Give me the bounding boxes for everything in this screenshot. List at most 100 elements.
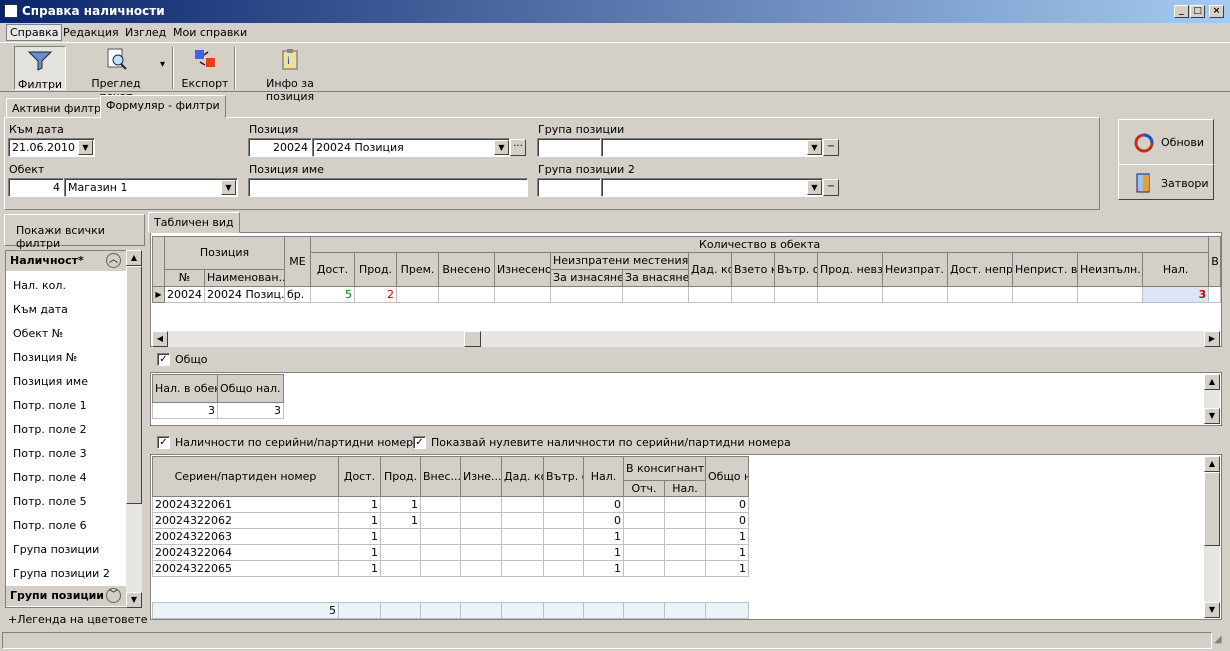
col-me[interactable]: МЕ: [284, 236, 312, 287]
cell-name[interactable]: 20024 Позиц...: [203, 286, 286, 303]
minimize-button[interactable]: _: [1174, 5, 1189, 18]
left-item[interactable]: Позиция №: [13, 351, 77, 364]
cell-s-dost[interactable]: 1: [338, 512, 381, 529]
col-s-dost[interactable]: Дост.: [338, 456, 381, 497]
col-total[interactable]: Общо нал. кол.: [217, 374, 284, 403]
col-cut[interactable]: В: [1208, 236, 1222, 287]
date-dropdown-icon[interactable]: ▼: [78, 140, 93, 155]
menu-izgled[interactable]: Изглед: [122, 25, 169, 40]
cell-me[interactable]: бр.: [284, 286, 312, 303]
scroll-down-icon[interactable]: ▼: [1204, 408, 1220, 424]
left-item[interactable]: Група позиции 2: [13, 567, 110, 580]
cell-s-total[interactable]: 1: [705, 560, 749, 577]
left-item[interactable]: Към дата: [13, 303, 68, 316]
scroll-right-icon[interactable]: ▶: [1204, 331, 1220, 347]
col-prod-nevz[interactable]: Прод. невзет.: [817, 252, 884, 287]
table-row[interactable]: ▶ 20024 20024 Позиц... бр. 5 2 3: [152, 286, 1222, 303]
cell-s-nal[interactable]: 1: [583, 528, 624, 545]
col-neprist[interactable]: Неприст. взимания на консигн.: [1012, 252, 1079, 287]
position-more-button[interactable]: ···: [510, 139, 526, 156]
refresh-button[interactable]: Обнови: [1118, 119, 1214, 165]
cell-s-prod[interactable]: 1: [380, 512, 421, 529]
menu-spravka[interactable]: Справка: [6, 24, 63, 41]
cell-s-dost[interactable]: 1: [338, 544, 381, 561]
h-scroll-thumb[interactable]: [464, 331, 481, 347]
color-legend-toggle[interactable]: +Легенда на цветовете: [8, 613, 148, 626]
col-prod[interactable]: Прод.: [354, 252, 398, 287]
zero-serial-checkbox[interactable]: ✓: [413, 436, 426, 449]
col-position[interactable]: Позиция: [163, 236, 286, 270]
table-row[interactable]: 20024322062 1 1 0 0: [152, 512, 749, 529]
col-vzeto[interactable]: Взето консиг.: [731, 252, 776, 287]
position-dropdown-icon[interactable]: ▼: [494, 140, 509, 155]
table-row[interactable]: 20024322065 1 1 1: [152, 560, 749, 577]
group-dropdown-icon[interactable]: ▼: [807, 140, 822, 155]
main-h-scrollbar[interactable]: ◀ ▶: [152, 331, 1220, 347]
col-s-dad[interactable]: Дад. конс...: [501, 456, 544, 497]
scroll-down-icon[interactable]: ▼: [126, 592, 142, 608]
cell-num[interactable]: 20024: [164, 286, 205, 303]
print-dropdown-arrow[interactable]: ▾: [160, 59, 165, 70]
col-dost-nepr[interactable]: Дост. непр.: [947, 252, 1014, 287]
serial-scroll-thumb[interactable]: [1204, 472, 1220, 546]
col-izneseno[interactable]: Изнесено: [494, 252, 552, 287]
scroll-up-icon[interactable]: ▲: [1204, 374, 1220, 390]
col-serial[interactable]: Сериен/партиден номер: [152, 456, 339, 497]
scroll-left-icon[interactable]: ◀: [152, 331, 168, 347]
print-preview-button[interactable]: Преглед печат: [74, 46, 158, 103]
cell-s-total[interactable]: 1: [705, 528, 749, 545]
cell-s-dost[interactable]: 1: [338, 528, 381, 545]
col-dad[interactable]: Дад. консиг.: [688, 252, 733, 287]
cell-s-nal[interactable]: 0: [583, 512, 624, 529]
position-id-field[interactable]: 20024: [248, 138, 312, 157]
cell-s-prod[interactable]: 1: [380, 496, 421, 513]
group2-dropdown-icon[interactable]: ▼: [807, 180, 822, 195]
group2-field[interactable]: [601, 178, 823, 197]
section-availability[interactable]: Наличност* ︿: [6, 251, 126, 271]
cell-s-total[interactable]: 0: [705, 496, 749, 513]
cell-serial[interactable]: 20024322064: [152, 544, 339, 561]
cell-serial[interactable]: 20024322061: [152, 496, 339, 513]
maximize-button[interactable]: □: [1190, 5, 1205, 18]
table-row[interactable]: 20024322063 1 1 1: [152, 528, 749, 545]
position-info-button[interactable]: i Инфо за позиция: [242, 46, 338, 103]
collapse-icon[interactable]: ︿: [106, 253, 121, 268]
col-nal[interactable]: Нал.: [1142, 252, 1210, 287]
serial-checkbox[interactable]: ✓: [157, 436, 170, 449]
cell-dost[interactable]: 5: [310, 286, 356, 303]
cell-serial[interactable]: 20024322065: [152, 560, 339, 577]
col-dost[interactable]: Дост.: [310, 252, 356, 287]
group-clear-button[interactable]: −: [823, 139, 839, 156]
cell-s-nal[interactable]: 0: [583, 496, 624, 513]
left-item[interactable]: Потр. поле 1: [13, 399, 87, 412]
total-checkbox[interactable]: ✓: [157, 353, 170, 366]
col-vatr[interactable]: Вътр. опер.: [774, 252, 819, 287]
scroll-up-icon[interactable]: ▲: [126, 250, 142, 266]
col-neizpr[interactable]: Неизпрат. давания на консигн.: [882, 252, 949, 287]
cell-total[interactable]: 3: [217, 402, 284, 419]
tab-table-view[interactable]: Табличен вид: [148, 212, 240, 233]
left-item[interactable]: Потр. поле 2: [13, 423, 87, 436]
left-item[interactable]: Позиция име: [13, 375, 88, 388]
table-row[interactable]: 20024322064 1 1 1: [152, 544, 749, 561]
left-item[interactable]: Потр. поле 5: [13, 495, 87, 508]
col-s-nal[interactable]: Нал.: [583, 456, 624, 497]
cell-s-dost[interactable]: 1: [338, 496, 381, 513]
left-scrollbar[interactable]: ▲ ▼: [126, 250, 142, 608]
group-field[interactable]: [601, 138, 823, 157]
group2-clear-button[interactable]: −: [823, 179, 839, 196]
cell-prod[interactable]: 2: [354, 286, 398, 303]
col-in[interactable]: За внасяне: [622, 269, 690, 287]
position-field[interactable]: 20024 Позиция: [312, 138, 510, 157]
left-item[interactable]: Обект №: [13, 327, 63, 340]
col-out[interactable]: За изнасяне: [550, 269, 624, 287]
serial-scrollbar[interactable]: ▲ ▼: [1204, 456, 1220, 618]
totals-scrollbar[interactable]: ▲ ▼: [1204, 374, 1220, 424]
cell-serial[interactable]: 20024322062: [152, 512, 339, 529]
section-groups[interactable]: Групи позиции ﹀: [6, 586, 126, 606]
col-vneseno[interactable]: Внесено: [438, 252, 496, 287]
cell-s-prod[interactable]: [380, 560, 421, 577]
cell-s-total[interactable]: 1: [705, 544, 749, 561]
menu-redakcia[interactable]: Редакция: [60, 25, 122, 40]
position-name-field[interactable]: [248, 178, 528, 197]
